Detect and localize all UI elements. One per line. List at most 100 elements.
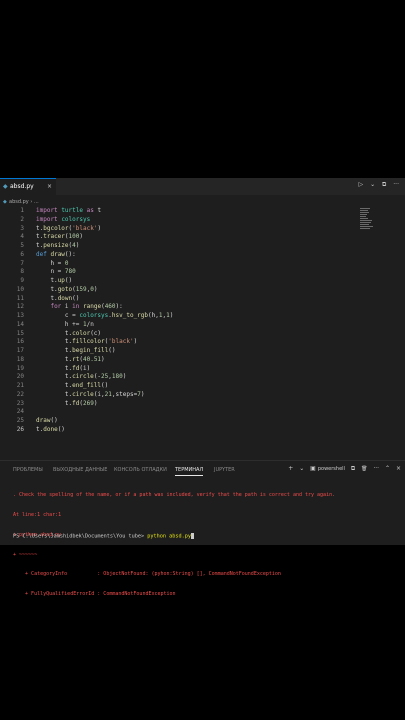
line-number: 1 — [20, 207, 24, 214]
line-number: 16 — [16, 338, 24, 346]
tab-absd-py[interactable]: ◆ absd.py × — [0, 178, 56, 195]
code-text: t.down() — [36, 294, 80, 302]
code-line[interactable]: 22 t.circle(i,21,steps=7) — [0, 391, 360, 400]
line-number: 11 — [16, 294, 24, 302]
code-text: t.rt(40.51) — [36, 355, 105, 363]
terminal-command: python absd.py — [147, 533, 192, 540]
tab-bar: ◆ absd.py × ▷ ⌄ ⧉ ··· — [0, 178, 405, 195]
line-number: 3 — [20, 224, 24, 232]
code-text: t.fd(269) — [36, 399, 98, 407]
line-number: 23 — [16, 399, 24, 407]
line-number: 18 — [16, 355, 24, 363]
code-text: import turtle as t — [36, 207, 102, 214]
tab-output[interactable]: ВЫХОДНЫЕ ДАННЫЕ — [53, 467, 107, 473]
code-text: h += 1/n — [36, 320, 94, 328]
line-number: 8 — [20, 268, 24, 276]
line-number: 17 — [16, 347, 24, 354]
minimap[interactable] — [360, 208, 378, 232]
code-text: t.circle(-25,180) — [36, 373, 127, 381]
tab-terminal[interactable]: ТЕРМИНАЛ — [175, 467, 204, 476]
code-line[interactable]: 1 import turtle as t — [0, 207, 360, 216]
close-tab-icon[interactable]: × — [47, 179, 52, 194]
add-terminal-icon[interactable]: + — [288, 465, 293, 472]
code-line[interactable]: 17 t.begin_fill() — [0, 347, 360, 356]
code-line[interactable]: 19 t.fd(i) — [0, 365, 360, 374]
run-icon[interactable]: ▷ — [359, 181, 364, 188]
code-line[interactable]: 21 t.end_fill() — [0, 382, 360, 391]
code-line[interactable]: 18 t.rt(40.51) — [0, 356, 360, 365]
code-text: n = 780 — [36, 268, 76, 276]
breadcrumb-more: ... — [33, 199, 39, 205]
code-text: t.done() — [36, 425, 65, 433]
code-line[interactable]: 14 h += 1/n — [0, 321, 360, 330]
line-number: 14 — [16, 320, 24, 328]
code-line[interactable]: 11 t.down() — [0, 295, 360, 304]
python-file-icon: ◆ — [3, 183, 8, 190]
terminal-output[interactable]: . Check the spelling of the name, or if … — [13, 479, 401, 611]
run-dropdown-icon[interactable]: ⌄ — [370, 181, 375, 188]
code-line[interactable]: 8 n = 780 — [0, 268, 360, 277]
maximize-panel-icon[interactable]: ⌃ — [385, 465, 390, 472]
code-text: c = colorsys.hsv_to_rgb(h,1,1) — [36, 312, 174, 319]
more-actions-icon[interactable]: ··· — [393, 181, 399, 188]
code-line[interactable]: 9 t.up() — [0, 277, 360, 286]
more-icon[interactable]: ··· — [373, 465, 379, 472]
code-line[interactable]: 26 t.done() — [0, 426, 360, 435]
breadcrumb-separator: › — [30, 199, 33, 205]
line-number: 15 — [16, 329, 24, 337]
terminal-panel: ПРОБЛЕМЫ ВЫХОДНЫЕ ДАННЫЕ КОНСОЛЬ ОТЛАДКИ… — [0, 460, 405, 597]
code-line[interactable]: 20 t.circle(-25,180) — [0, 373, 360, 382]
code-line[interactable]: 25 draw() — [0, 417, 360, 426]
line-number: 5 — [20, 242, 24, 249]
tab-debug-console[interactable]: КОНСОЛЬ ОТЛАДКИ — [114, 467, 167, 473]
code-line[interactable]: 24 — [0, 408, 360, 417]
terminal-toolbar: + ⌄ ▣ powershell ⧉ 🗑 ··· ⌃ × — [284, 465, 401, 473]
code-area[interactable]: 1 import turtle as t 2 import colorsys 3 t.bg… — [0, 207, 360, 435]
close-panel-icon[interactable]: × — [396, 465, 401, 472]
code-text: import colorsys — [36, 215, 91, 223]
trash-icon[interactable]: 🗑 — [361, 466, 367, 472]
code-line[interactable]: 5 t.pensize(4) — [0, 242, 360, 251]
code-text: t.tracer(100) — [36, 233, 84, 241]
line-number: 10 — [16, 285, 24, 293]
code-line[interactable]: 15 t.color(c) — [0, 330, 360, 339]
split-editor-icon[interactable]: ⧉ — [382, 181, 386, 188]
add-terminal-dropdown-icon[interactable]: ⌄ — [299, 465, 304, 472]
line-number: 4 — [20, 233, 24, 241]
code-line[interactable]: 12 for i in range(460): — [0, 303, 360, 312]
code-line[interactable]: 16 t.fillcolor('black') — [0, 338, 360, 347]
code-line[interactable]: 13 c = colorsys.hsv_to_rgb(h,1,1) — [0, 312, 360, 321]
line-number: 2 — [20, 215, 24, 223]
editor-actions: ▷ ⌄ ⧉ ··· — [354, 181, 399, 189]
terminal-cursor — [191, 533, 195, 539]
code-text: t.bgcolor('black') — [36, 224, 102, 232]
split-terminal-icon[interactable]: ⧉ — [351, 465, 355, 472]
code-text: t.end_fill() — [36, 382, 109, 389]
code-line[interactable]: 7 h = 0 — [0, 260, 360, 269]
line-number: 26 — [16, 425, 24, 433]
code-line[interactable]: 2 import colorsys — [0, 216, 360, 225]
code-line[interactable]: 10 t.goto(159,0) — [0, 286, 360, 295]
tab-jupyter[interactable]: JUPYTER — [214, 467, 235, 473]
terminal-line: + ~~~~~~ — [13, 551, 38, 558]
line-number: 25 — [16, 417, 24, 424]
line-number: 24 — [16, 408, 24, 416]
powershell-icon: ▣ — [310, 465, 316, 472]
code-text: h = 0 — [36, 259, 69, 267]
code-line[interactable]: 23 t.fd(269) — [0, 400, 360, 409]
code-text: t.goto(159,0) — [36, 285, 98, 293]
code-text: t.begin_fill() — [36, 347, 116, 354]
code-line[interactable]: 4 t.tracer(100) — [0, 233, 360, 242]
shell-label[interactable]: powershell — [318, 466, 345, 472]
tab-problems[interactable]: ПРОБЛЕМЫ — [13, 467, 43, 473]
code-text: t.up() — [36, 277, 73, 284]
code-line[interactable]: 6 def draw(): — [0, 251, 360, 260]
terminal-line: + CategoryInfo : ObjectNotFound: (pyhon:… — [13, 571, 281, 578]
code-text: def draw(): — [36, 250, 76, 258]
code-line[interactable]: 3 t.bgcolor('black') — [0, 225, 360, 234]
code-text: draw() — [36, 417, 58, 424]
terminal-line: At line:1 char:1 — [13, 511, 62, 518]
line-number: 20 — [16, 373, 24, 381]
terminal-prompt-line[interactable]: PS C:\Users\Jamshidbek\Documents\You tub… — [13, 533, 195, 540]
breadcrumb-file: absd.py — [9, 199, 29, 205]
